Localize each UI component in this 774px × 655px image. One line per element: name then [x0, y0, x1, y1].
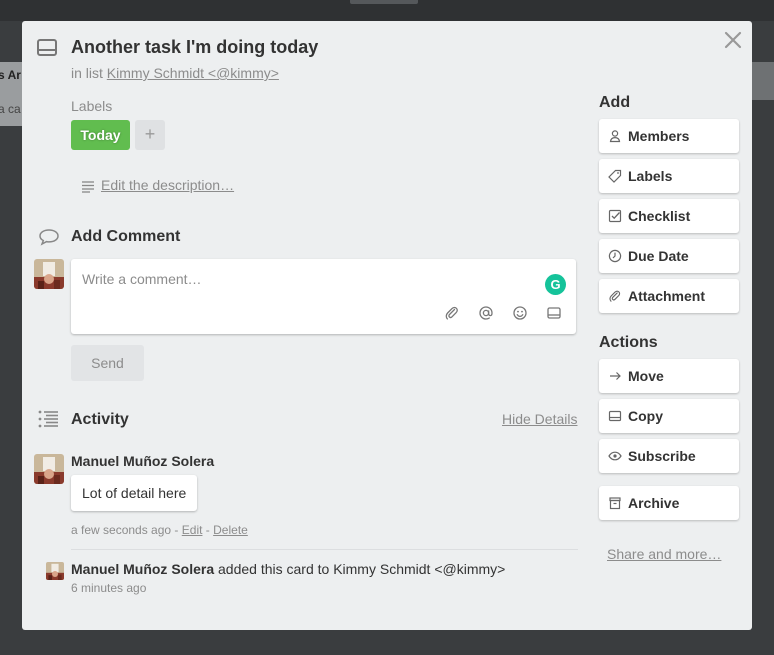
mention-icon[interactable]	[478, 305, 494, 321]
comment-timestamp[interactable]: a few seconds ago	[71, 523, 171, 537]
send-button[interactable]: Send	[71, 345, 144, 381]
label-today[interactable]: Today	[71, 120, 130, 150]
move-button[interactable]: Move	[599, 359, 739, 393]
card-icon	[36, 38, 58, 63]
board-header-glyph	[350, 0, 418, 4]
labels-label: Labels	[628, 168, 673, 184]
avatar[interactable]	[34, 454, 64, 484]
subscribe-label: Subscribe	[628, 448, 696, 464]
eye-icon	[608, 449, 622, 463]
avatar[interactable]	[46, 562, 64, 580]
meta-separator: -	[174, 523, 179, 537]
delete-comment-link[interactable]: Delete	[213, 523, 248, 537]
share-and-more-link[interactable]: Share and more…	[607, 546, 721, 562]
due-date-button[interactable]: Due Date	[599, 239, 739, 273]
activity-icon	[37, 409, 59, 434]
activity-divider	[71, 549, 578, 550]
attachment-icon[interactable]	[444, 305, 460, 321]
activity-author[interactable]: Manuel Muñoz Solera	[71, 561, 214, 577]
grammarly-icon[interactable]: G	[545, 274, 566, 295]
background-card-text: a ca	[0, 102, 21, 116]
add-comment-heading: Add Comment	[71, 228, 181, 245]
attachment-button[interactable]: Attachment	[599, 279, 739, 313]
background-list-title: s Ar	[0, 68, 21, 82]
actions-heading: Actions	[599, 334, 658, 351]
background-list-right	[752, 62, 774, 100]
arrow-right-icon	[608, 369, 622, 383]
checkbox-icon	[608, 209, 622, 223]
comment-box: G	[71, 259, 576, 334]
attachment-label: Attachment	[628, 288, 706, 304]
activity-timestamp[interactable]: 6 minutes ago	[71, 581, 146, 595]
description-icon	[81, 179, 95, 198]
archive-icon	[608, 496, 622, 510]
in-list-prefix: in list	[71, 65, 103, 81]
archive-label: Archive	[628, 495, 680, 511]
board-header-bar	[0, 0, 774, 21]
comment-author[interactable]: Manuel Muñoz Solera	[71, 453, 214, 469]
move-label: Move	[628, 368, 664, 384]
card-icon	[608, 409, 622, 423]
add-label-button[interactable]: +	[135, 120, 165, 150]
copy-button[interactable]: Copy	[599, 399, 739, 433]
person-icon	[608, 129, 622, 143]
list-name-link[interactable]: Kimmy Schmidt <@kimmy>	[107, 65, 279, 81]
card-title[interactable]: Another task I'm doing today	[71, 37, 318, 58]
meta-separator: -	[205, 523, 210, 537]
subscribe-button[interactable]: Subscribe	[599, 439, 739, 473]
activity-entry: Manuel Muñoz Solera added this card to K…	[71, 561, 505, 577]
card-detail-modal: Another task I'm doing today in list Kim…	[22, 21, 752, 630]
activity-action: added this card to Kimmy Schmidt <@kimmy…	[218, 561, 506, 577]
card-icon[interactable]	[546, 305, 562, 321]
labels-heading: Labels	[71, 98, 113, 114]
hide-details-link[interactable]: Hide Details	[502, 411, 577, 427]
members-button[interactable]: Members	[599, 119, 739, 153]
clock-icon	[608, 249, 622, 263]
paperclip-icon	[608, 289, 622, 303]
labels-button[interactable]: Labels	[599, 159, 739, 193]
avatar	[34, 259, 64, 289]
copy-label: Copy	[628, 408, 663, 424]
tag-icon	[608, 169, 622, 183]
edit-description-link[interactable]: Edit the description…	[101, 177, 234, 193]
checklist-label: Checklist	[628, 208, 691, 224]
comment-icon	[38, 228, 60, 251]
archive-button[interactable]: Archive	[599, 486, 739, 520]
add-heading: Add	[599, 94, 631, 111]
grammarly-letter: G	[550, 277, 561, 292]
members-label: Members	[628, 128, 690, 144]
close-icon[interactable]	[720, 27, 746, 53]
checklist-button[interactable]: Checklist	[599, 199, 739, 233]
comment-text: Lot of detail here	[71, 475, 198, 511]
card-list-info: in list Kimmy Schmidt <@kimmy>	[71, 65, 279, 81]
comment-meta: a few seconds ago - Edit - Delete	[71, 523, 248, 537]
emoji-icon[interactable]	[512, 305, 528, 321]
edit-comment-link[interactable]: Edit	[182, 523, 203, 537]
comment-input[interactable]	[71, 259, 531, 299]
activity-heading: Activity	[71, 411, 129, 428]
due-date-label: Due Date	[628, 248, 689, 264]
